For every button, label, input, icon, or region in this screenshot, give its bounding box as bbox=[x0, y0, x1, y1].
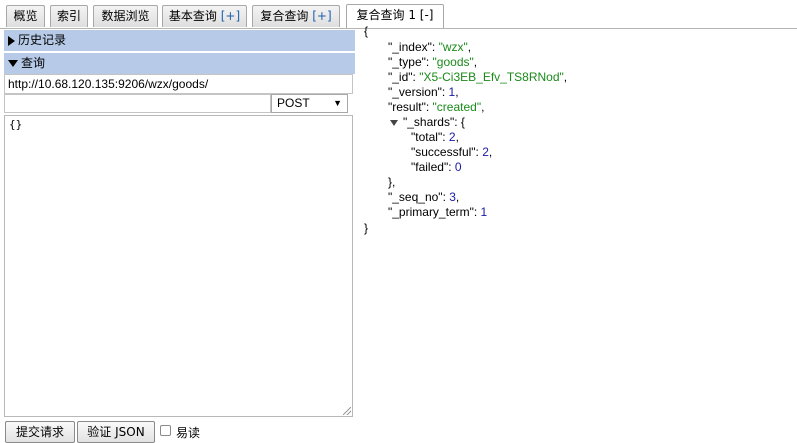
json-line: "_id": "X5-Ci3EB_Efv_TS8RNod", bbox=[388, 70, 567, 85]
request-body-textarea[interactable]: {} bbox=[4, 115, 353, 417]
json-line: "successful": 2, bbox=[411, 145, 492, 160]
json-line: "_seq_no": 3, bbox=[388, 190, 459, 205]
tab-compound-query-1-label: 复合查询 1 [-] bbox=[356, 8, 434, 22]
json-key: "_index": bbox=[388, 40, 439, 54]
tab-basic-query-add[interactable]: [+] bbox=[221, 9, 240, 23]
validate-json-label: 验证 JSON bbox=[87, 425, 145, 439]
tab-basic-query-label: 基本查询 bbox=[168, 9, 217, 23]
tab-basic-query[interactable]: 基本查询 [+] bbox=[162, 5, 247, 27]
json-value: 2 bbox=[448, 130, 456, 144]
json-comma: , bbox=[563, 70, 568, 84]
json-value: 2 bbox=[482, 145, 489, 159]
json-comma: , bbox=[481, 100, 485, 114]
request-body-text: {} bbox=[9, 118, 23, 131]
tab-indices-label: 索引 bbox=[56, 9, 81, 23]
tab-compound-query-label: 复合查询 bbox=[260, 9, 309, 23]
json-line[interactable]: "_shards": { bbox=[390, 115, 465, 130]
json-value: "created" bbox=[432, 100, 482, 114]
json-value: 1 bbox=[480, 205, 488, 219]
json-value: 0 bbox=[454, 160, 462, 174]
submit-request-label: 提交请求 bbox=[15, 425, 64, 439]
json-line: "_index": "wzx", bbox=[388, 40, 471, 55]
tab-overview-label: 概览 bbox=[13, 9, 38, 23]
json-key: "_seq_no": bbox=[388, 190, 450, 204]
json-line: "failed": 0 bbox=[411, 160, 462, 175]
tab-indices[interactable]: 索引 bbox=[50, 5, 88, 27]
json-key: "failed": bbox=[411, 160, 455, 174]
method-select[interactable]: POST ▼ bbox=[271, 94, 348, 113]
tab-bar: 概览 索引 数据浏览 基本查询 [+] 复合查询 [+] 复合查询 1 [-] bbox=[0, 0, 797, 29]
tab-compound-query-1[interactable]: 复合查询 1 [-] bbox=[346, 4, 444, 28]
json-comma: , bbox=[455, 85, 459, 99]
json-value: }, bbox=[388, 175, 396, 189]
method-value: POST bbox=[277, 96, 310, 110]
json-line: "_version": 1, bbox=[388, 85, 459, 100]
json-line: }, bbox=[388, 175, 395, 190]
json-key: "_version": bbox=[388, 85, 449, 99]
history-label: 历史记录 bbox=[18, 33, 67, 47]
tab-overview[interactable]: 概览 bbox=[6, 5, 45, 27]
json-line: "result": "created", bbox=[388, 100, 484, 115]
json-comma: , bbox=[455, 190, 460, 204]
readable-label: 易读 bbox=[176, 426, 201, 440]
dropdown-arrow-icon: ▼ bbox=[333, 98, 342, 108]
json-key: "total": bbox=[411, 130, 449, 144]
json-comma: , bbox=[467, 40, 472, 54]
json-key: "successful": bbox=[411, 145, 483, 159]
json-open-brace: { bbox=[364, 24, 369, 38]
resize-grip-icon[interactable] bbox=[343, 407, 351, 415]
path-input[interactable] bbox=[4, 94, 271, 113]
json-comma: , bbox=[488, 145, 493, 159]
json-key: "_shards": bbox=[403, 115, 461, 129]
json-close-brace: } bbox=[364, 221, 369, 235]
json-line: "_type": "goods", bbox=[388, 55, 477, 70]
json-line: "total": 2, bbox=[411, 130, 459, 145]
expand-right-icon bbox=[8, 35, 15, 46]
tab-compound-query[interactable]: 复合查询 [+] bbox=[252, 5, 340, 27]
collapse-down-icon bbox=[8, 60, 18, 67]
json-key: "_type": bbox=[388, 55, 433, 69]
query-label: 查询 bbox=[21, 56, 46, 70]
query-header[interactable]: 查询 bbox=[4, 53, 355, 74]
json-key: "_primary_term": bbox=[388, 205, 481, 219]
url-input[interactable]: http://10.68.120.135:9206/wzx/goods/ bbox=[4, 74, 353, 94]
json-value: "goods" bbox=[432, 55, 474, 69]
tab-browser[interactable]: 数据浏览 bbox=[93, 5, 158, 27]
json-value: "wzx" bbox=[438, 40, 468, 54]
collapse-toggle-icon[interactable] bbox=[390, 119, 398, 126]
tab-compound-query-add[interactable]: [+] bbox=[312, 9, 331, 23]
tab-browser-label: 数据浏览 bbox=[101, 9, 150, 23]
json-value: 3 bbox=[449, 190, 456, 204]
submit-request-button[interactable]: 提交请求 bbox=[5, 421, 75, 443]
json-comma: , bbox=[473, 55, 478, 69]
readable-checkbox[interactable] bbox=[160, 425, 171, 436]
json-key: "result": bbox=[388, 100, 433, 114]
validate-json-button[interactable]: 验证 JSON bbox=[77, 421, 155, 443]
json-value: "X5-Ci3EB_Efv_TS8RNod" bbox=[419, 70, 564, 84]
json-line: "_primary_term": 1 bbox=[388, 205, 487, 220]
json-key: "_id": bbox=[388, 70, 420, 84]
json-value: { bbox=[460, 115, 465, 129]
history-header[interactable]: 历史记录 bbox=[4, 30, 355, 51]
json-comma: , bbox=[455, 130, 459, 144]
